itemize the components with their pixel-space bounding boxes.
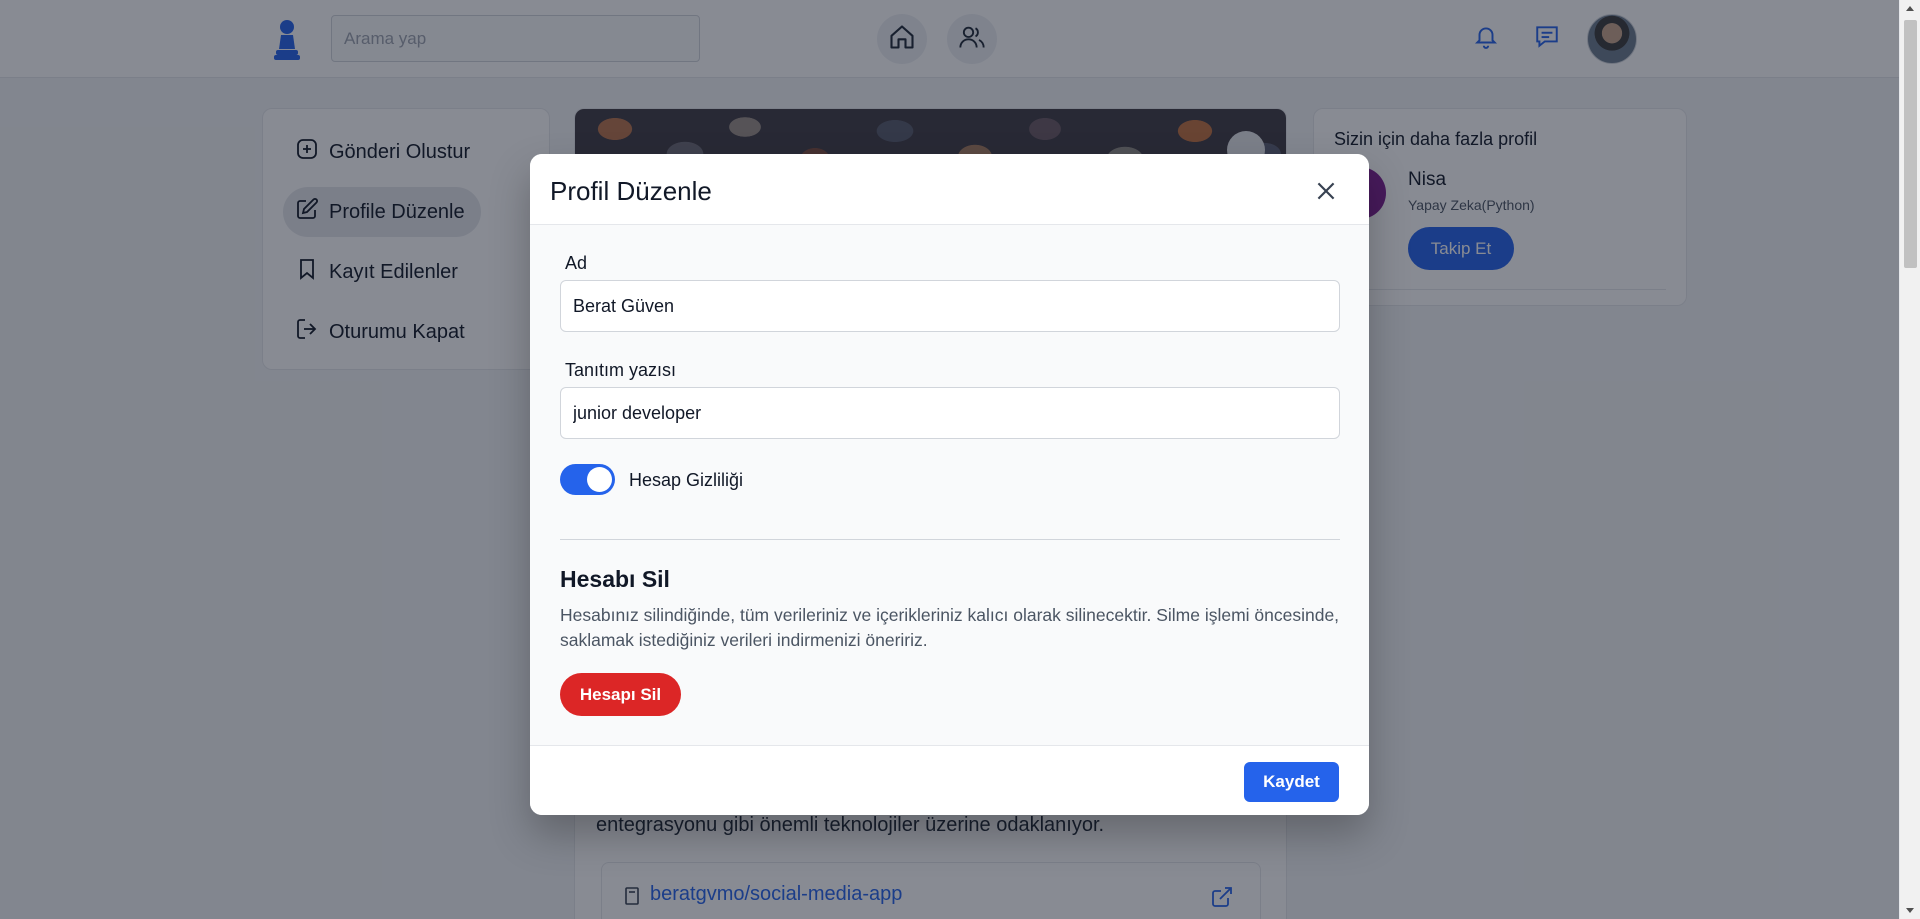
modal-header: Profil Düzenle: [530, 154, 1369, 225]
privacy-label: Hesap Gizliliği: [629, 470, 744, 490]
name-label: Ad: [565, 253, 588, 273]
save-button[interactable]: Kaydet: [1244, 762, 1339, 802]
name-field[interactable]: [560, 280, 1340, 332]
delete-account-button[interactable]: Hesapı Sil: [560, 673, 681, 716]
edit-profile-modal: Profil Düzenle Ad Tanıtım yazısı Hesap G…: [530, 154, 1369, 815]
delete-account-title: Hesabı Sil: [560, 566, 670, 592]
scrollbar-thumb[interactable]: [1904, 20, 1917, 268]
toggle-knob: [587, 467, 612, 492]
scroll-up-arrow-icon[interactable]: [1906, 6, 1914, 11]
bio-label: Tanıtım yazısı: [565, 360, 677, 380]
modal-title: Profil Düzenle: [550, 176, 712, 206]
scroll-down-arrow-icon[interactable]: [1906, 908, 1914, 913]
close-icon[interactable]: [1313, 178, 1339, 204]
page-scrollbar[interactable]: [1899, 0, 1920, 919]
privacy-toggle[interactable]: [560, 464, 615, 495]
modal-footer: Kaydet: [530, 745, 1369, 815]
delete-account-description: Hesabınız silindiğinde, tüm verileriniz …: [560, 605, 1340, 650]
bio-field[interactable]: [560, 387, 1340, 439]
section-divider: [560, 539, 1340, 540]
